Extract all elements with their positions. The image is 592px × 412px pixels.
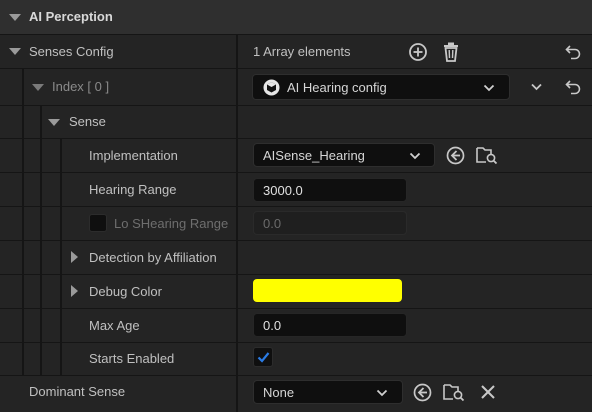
starts-enabled-checkbox[interactable]: [253, 347, 273, 367]
max-age-label: Max Age: [89, 318, 140, 333]
lo-shearing-range-value: 0.0: [263, 216, 282, 231]
indent-guide: [22, 139, 24, 375]
max-age-input[interactable]: 0.0: [253, 313, 407, 337]
dominant-sense-label: Dominant Sense: [29, 384, 126, 399]
hearing-range-label: Hearing Range: [89, 182, 177, 197]
chevron-down-icon: [376, 389, 388, 397]
expand-arrow-icon[interactable]: [9, 48, 21, 55]
chevron-down-icon: [483, 84, 495, 92]
chevron-down-icon[interactable]: [530, 81, 543, 93]
checkmark-icon: [257, 352, 270, 363]
clear-icon[interactable]: [480, 384, 496, 400]
indent-guide: [22, 106, 24, 138]
use-selected-icon[interactable]: [413, 383, 432, 402]
indent-guide: [40, 139, 42, 375]
add-element-icon[interactable]: [408, 42, 428, 62]
max-age-value: 0.0: [263, 318, 282, 333]
dominant-sense-dropdown[interactable]: None: [253, 380, 403, 404]
sense-row: Sense: [0, 106, 592, 138]
browse-icon[interactable]: [476, 145, 498, 165]
sense-label: Sense: [69, 114, 106, 129]
sense-config-value: AI Hearing config: [287, 80, 387, 95]
expand-arrow-icon[interactable]: [71, 285, 78, 297]
dominant-sense-value: None: [263, 385, 295, 400]
section-header[interactable]: AI Perception: [0, 0, 592, 34]
expand-arrow-icon[interactable]: [32, 84, 44, 91]
chevron-down-icon: [409, 152, 421, 160]
senses-config-row: Senses Config 1 Array elements: [0, 35, 592, 68]
collapse-arrow-icon[interactable]: [9, 14, 21, 21]
starts-enabled-row: Starts Enabled: [0, 343, 592, 375]
hearing-range-input[interactable]: 3000.0: [253, 178, 407, 202]
expand-arrow-icon[interactable]: [48, 119, 60, 126]
trash-icon[interactable]: [442, 42, 460, 62]
starts-enabled-label: Starts Enabled: [89, 351, 175, 366]
reset-to-default-icon[interactable]: [565, 44, 581, 60]
detection-by-affiliation-label: Detection by Affiliation: [89, 250, 217, 265]
column-divider[interactable]: [236, 376, 238, 412]
detection-by-affiliation-row[interactable]: Detection by Affiliation: [0, 241, 592, 274]
sense-config-dropdown[interactable]: AI Hearing config: [252, 74, 510, 100]
debug-color-swatch[interactable]: [253, 279, 402, 302]
column-divider[interactable]: [236, 35, 238, 412]
implementation-label: Implementation: [89, 148, 178, 163]
senses-config-label: Senses Config: [29, 44, 114, 59]
lo-shearing-range-label: Lo SHearing Range: [114, 216, 229, 231]
lo-shearing-range-input: 0.0: [253, 211, 407, 235]
reset-to-default-icon[interactable]: [565, 79, 581, 95]
section-title: AI Perception: [29, 9, 113, 24]
hearing-range-value: 3000.0: [263, 183, 303, 198]
expand-arrow-icon[interactable]: [71, 251, 78, 263]
use-selected-icon[interactable]: [446, 146, 465, 165]
implementation-value: AISense_Hearing: [263, 148, 365, 163]
browse-icon[interactable]: [443, 382, 465, 402]
blueprint-class-icon: [263, 79, 280, 96]
index-label: Index [ 0 ]: [52, 79, 110, 94]
lo-shearing-range-checkbox[interactable]: [89, 214, 107, 232]
indent-guide: [22, 69, 24, 105]
debug-color-label: Debug Color: [89, 284, 162, 299]
implementation-dropdown[interactable]: AISense_Hearing: [253, 143, 435, 167]
indent-guide: [60, 139, 62, 375]
indent-guide: [40, 106, 42, 138]
array-count: 1 Array elements: [253, 44, 351, 59]
